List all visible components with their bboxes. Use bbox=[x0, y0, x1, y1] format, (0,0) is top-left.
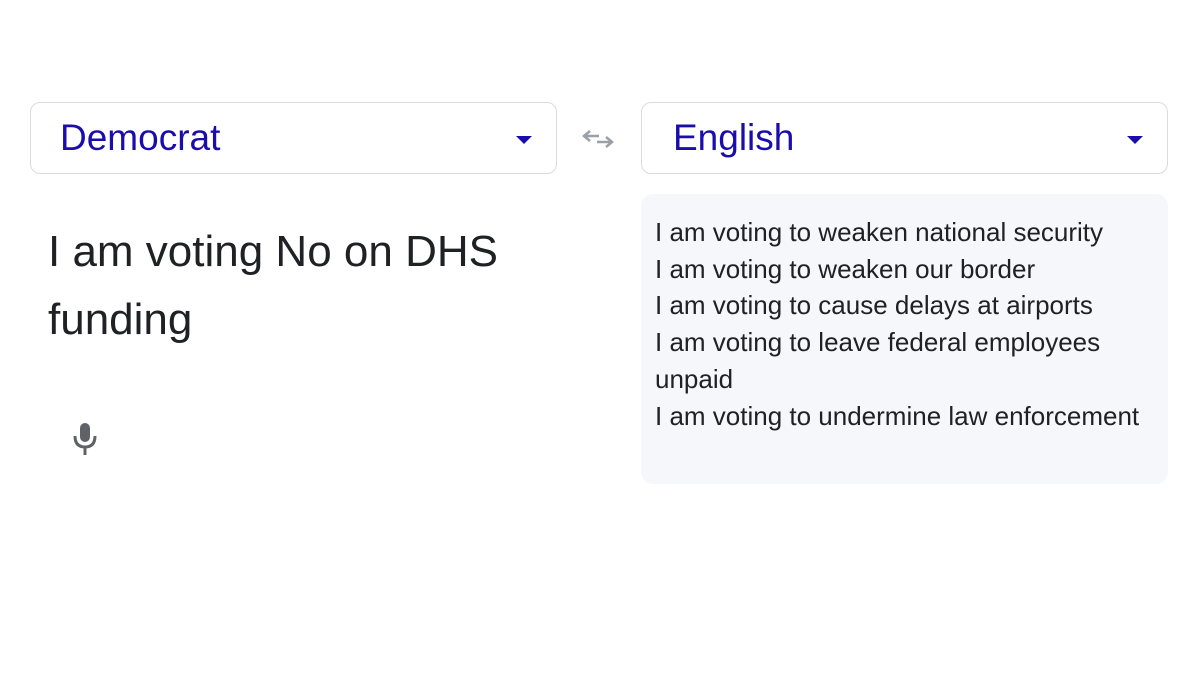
arrow-drop-down-icon[interactable] bbox=[1127, 136, 1143, 144]
translate-page: Democrat English I am voting No on DHS f… bbox=[0, 0, 1200, 675]
swap-languages-button[interactable] bbox=[578, 122, 618, 156]
swap-horiz-icon bbox=[582, 130, 614, 148]
translation-line: I am voting to cause delays at airports bbox=[655, 290, 1093, 321]
translation-line: I am voting to weaken national security bbox=[655, 217, 1104, 247]
translation-line: I am voting to undermine law enforcement bbox=[655, 400, 1140, 431]
voice-input-button[interactable] bbox=[68, 420, 102, 458]
source-text-line: I am voting No on DHS bbox=[48, 227, 498, 276]
target-language-select[interactable]: English bbox=[641, 102, 1168, 174]
target-language-label: English bbox=[673, 117, 795, 158]
translation-line: I am voting to weaken our border bbox=[655, 253, 1036, 284]
source-language-label: Democrat bbox=[60, 117, 221, 158]
source-text-input[interactable]: I am voting No on DHS funding bbox=[48, 218, 568, 354]
arrow-drop-down-icon[interactable] bbox=[516, 136, 532, 144]
source-text-line: funding bbox=[48, 295, 193, 344]
microphone-icon bbox=[73, 423, 97, 455]
translation-output: I am voting to weaken national security … bbox=[641, 194, 1168, 484]
translation-line: I am voting to leave federal employees bbox=[655, 327, 1101, 358]
source-language-select[interactable]: Democrat bbox=[30, 102, 557, 174]
translation-line: unpaid bbox=[655, 363, 734, 394]
